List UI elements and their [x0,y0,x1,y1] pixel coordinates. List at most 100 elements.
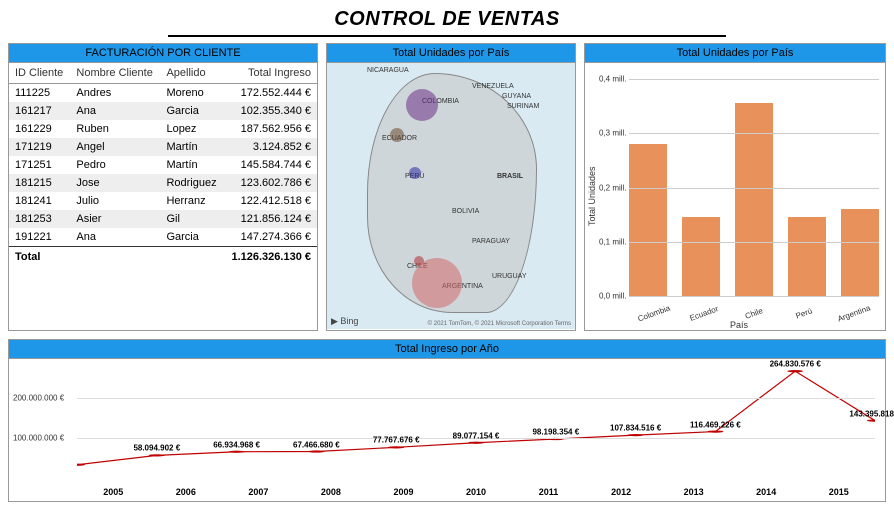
country-label-paraguay: PARAGUAY [472,238,510,245]
line-xtick: 2012 [585,487,658,497]
bar-perú[interactable] [788,217,826,296]
cell-id: 191221 [9,228,70,247]
facturacion-header: FACTURACIÓN POR CLIENTE [9,44,317,63]
line-point-label: 58.094.902 € [133,444,180,453]
cell-nombre: Pedro [70,156,160,174]
cell-nombre: Angel [70,138,160,156]
bar-ecuador[interactable] [682,217,720,296]
bubble-argentina[interactable] [412,258,462,308]
country-label-brasil: BRASIL [497,173,523,180]
map-body[interactable]: NICARAGUAVENEZUELACOLOMBIAGUYANASURINAME… [327,63,575,329]
bar-ylabel: Total Unidades [585,63,599,330]
line-ytick: 200.000.000 € [13,393,64,402]
linechart-body[interactable]: 2005200620072008200920102011201220132014… [9,359,885,501]
cell-apellido: Garcia [160,102,223,120]
facturacion-panel: FACTURACIÓN POR CLIENTE ID Cliente Nombr… [8,43,318,331]
line-xtick: 2015 [802,487,875,497]
table-header-row: ID Cliente Nombre Cliente Apellido Total… [9,63,317,84]
col-id: ID Cliente [9,63,70,84]
cell-apellido: Lopez [160,120,223,138]
cell-apellido: Herranz [160,192,223,210]
line-point-label: 66.934.968 € [213,440,260,449]
cell-apellido: Garcia [160,228,223,247]
bar-argentina[interactable] [841,209,879,296]
line-xtick: 2013 [657,487,730,497]
col-ingreso: Total Ingreso [224,63,317,84]
table-row[interactable]: 181215JoseRodriguez123.602.786 € [9,174,317,192]
cell-nombre: Jose [70,174,160,192]
line-point-label: 77.767.676 € [373,436,420,445]
cell-id: 181215 [9,174,70,192]
facturacion-table: ID Cliente Nombre Cliente Apellido Total… [9,63,317,267]
col-nombre: Nombre Cliente [70,63,160,84]
cell-ingreso: 102.355.340 € [224,102,317,120]
cell-nombre: Ana [70,102,160,120]
mapa-header: Total Unidades por País [327,44,575,63]
cell-apellido: Moreno [160,84,223,103]
table-row[interactable]: 171219AngelMartín3.124.852 € [9,138,317,156]
line-point-label: 98.198.354 € [532,427,579,436]
bubble-colombia[interactable] [406,89,438,121]
cell-nombre: Ana [70,228,160,247]
table-row[interactable]: 111225AndresMoreno172.552.444 € [9,84,317,103]
barchart-body: Total Unidades ColombiaEcuadorChilePerúA… [585,63,885,330]
bing-copyright: © 2021 TomTom, © 2021 Microsoft Corporat… [428,321,571,327]
cell-ingreso: 172.552.444 € [224,84,317,103]
cell-ingreso: 122.412.518 € [224,192,317,210]
table-row[interactable]: 161217AnaGarcia102.355.340 € [9,102,317,120]
country-label-nicaragua: NICARAGUA [367,67,409,74]
bar-xlabel: País [599,320,879,330]
country-label-uruguay: URUGUAY [492,273,526,280]
table-row[interactable]: 171251PedroMartín145.584.744 € [9,156,317,174]
line-xtick: 2014 [730,487,803,497]
barchart-panel: Total Unidades por País Total Unidades C… [584,43,886,331]
col-apellido: Apellido [160,63,223,84]
top-row: FACTURACIÓN POR CLIENTE ID Cliente Nombr… [8,43,886,331]
dashboard: CONTROL DE VENTAS FACTURACIÓN POR CLIENT… [0,0,894,506]
cell-apellido: Martín [160,156,223,174]
line-point-label: 143.395.818 € [849,409,894,418]
cell-ingreso: 3.124.852 € [224,138,317,156]
line-point-label: 89.077.154 € [453,431,500,440]
table-row[interactable]: 161229RubenLopez187.562.956 € [9,120,317,138]
cell-apellido: Gil [160,210,223,228]
cell-id: 171219 [9,138,70,156]
cell-apellido: Rodriguez [160,174,223,192]
bar-ytick: 0,3 mill. [599,129,627,138]
bubble-ecuador[interactable] [390,128,404,142]
cell-apellido: Martín [160,138,223,156]
cell-nombre: Asier [70,210,160,228]
line-xtick: 2005 [77,487,150,497]
cell-id: 181241 [9,192,70,210]
line-point-label: 264.830.576 € [770,359,821,368]
country-label-guyana: GUYANA [502,93,531,100]
line-xtick: 2011 [512,487,585,497]
table-row[interactable]: 181253AsierGil121.856.124 € [9,210,317,228]
bar-plot[interactable]: ColombiaEcuadorChilePerúArgentina País 0… [599,69,879,330]
linechart-header: Total Ingreso por Año [9,340,885,359]
line-point-label: 67.466.680 € [293,440,340,449]
cell-id: 161217 [9,102,70,120]
line-xtick: 2006 [150,487,223,497]
bing-logo: ▶ Bing [331,316,358,327]
bubble-perú[interactable] [409,167,421,179]
linechart-panel: Total Ingreso por Año 200520062007200820… [8,339,886,502]
cell-ingreso: 145.584.744 € [224,156,317,174]
cell-id: 111225 [9,84,70,103]
total-value: 1.126.326.130 € [224,247,317,268]
barchart-header: Total Unidades por País [585,44,885,63]
bar-colombia[interactable] [629,144,667,296]
line-xtick: 2009 [367,487,440,497]
cell-ingreso: 121.856.124 € [224,210,317,228]
table-row[interactable]: 181241JulioHerranz122.412.518 € [9,192,317,210]
bar-ytick: 0,4 mill. [599,75,627,84]
country-label-surinam: SURINAM [507,103,539,110]
country-label-bolivia: BOLIVIA [452,208,479,215]
line-ytick: 100.000.000 € [13,434,64,443]
cell-nombre: Andres [70,84,160,103]
cell-nombre: Julio [70,192,160,210]
table-row[interactable]: 191221AnaGarcia147.274.366 € [9,228,317,247]
cell-ingreso: 187.562.956 € [224,120,317,138]
mapa-panel: Total Unidades por País NICARAGUAVENEZUE… [326,43,576,331]
total-row: Total 1.126.326.130 € [9,247,317,268]
